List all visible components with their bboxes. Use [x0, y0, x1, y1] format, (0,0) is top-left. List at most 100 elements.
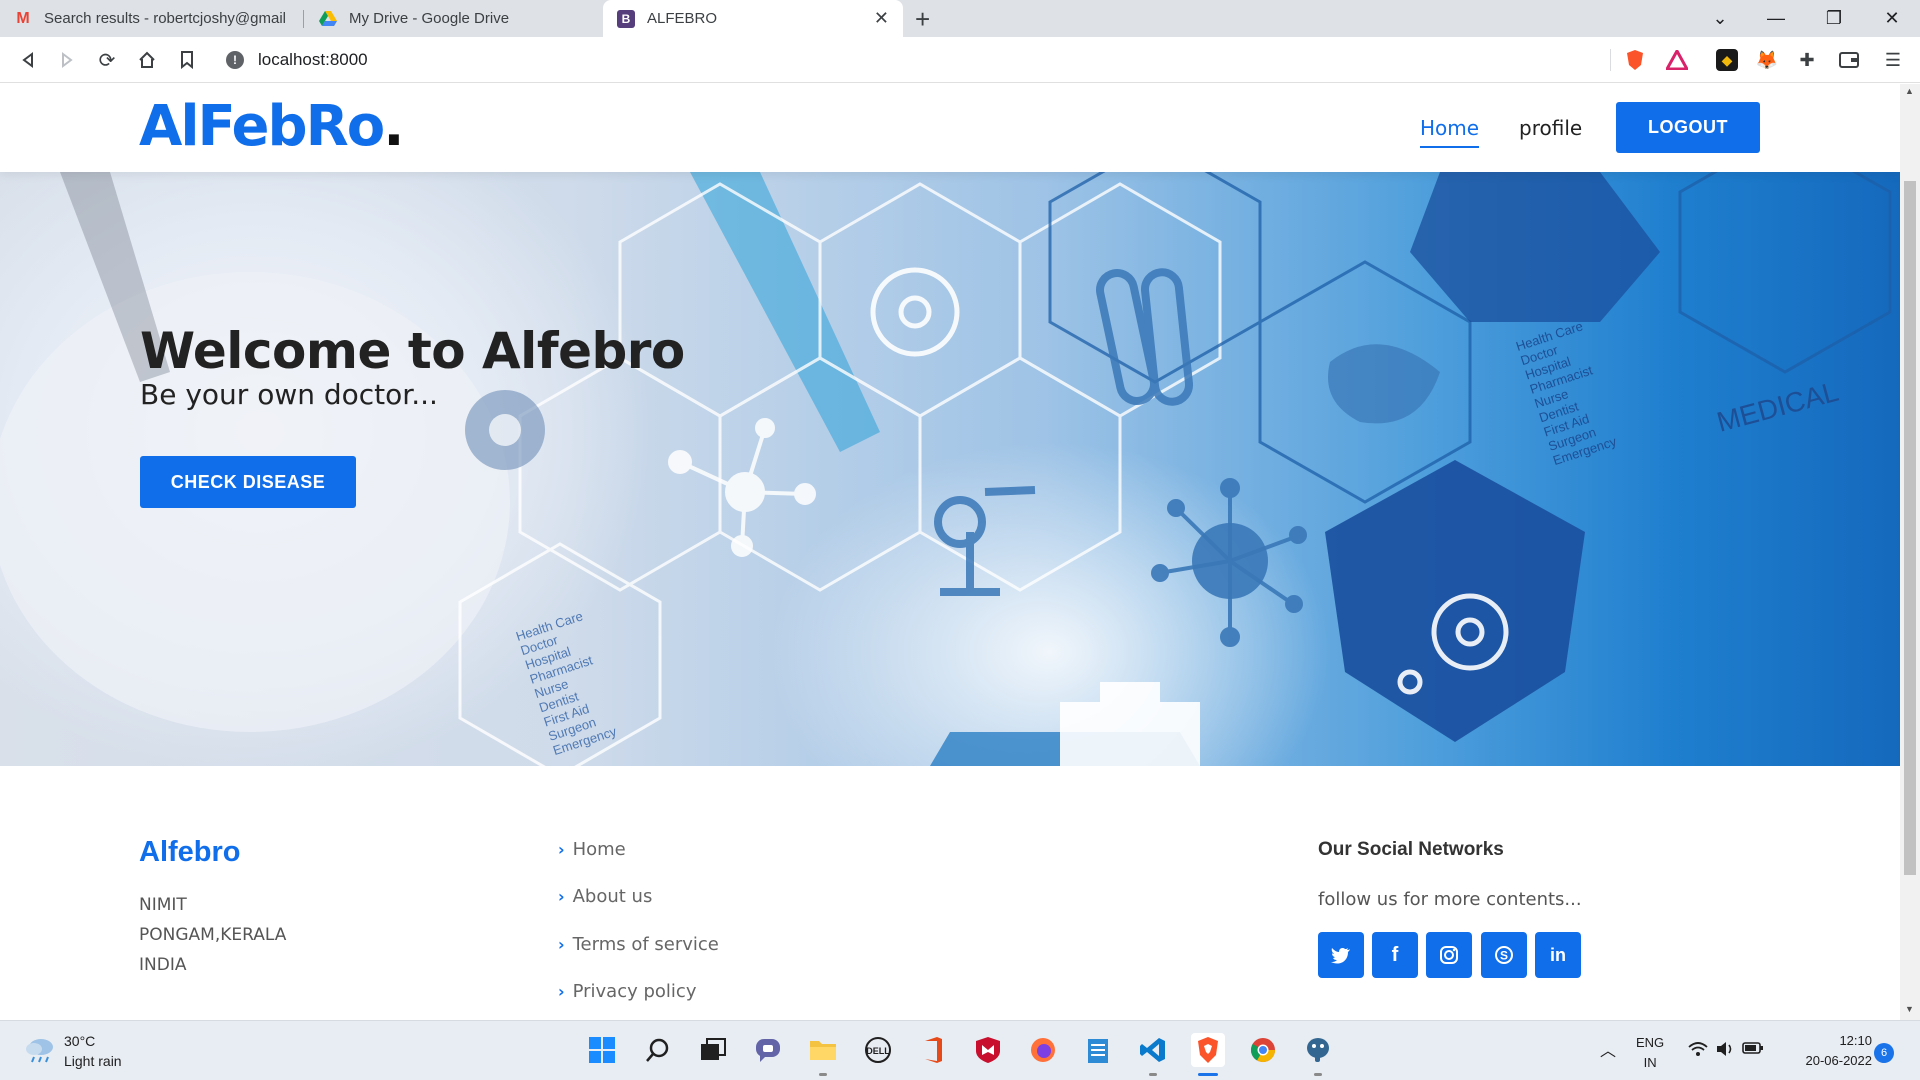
- restore-icon[interactable]: ❐: [1806, 0, 1862, 37]
- address-bar[interactable]: ! localhost:8000: [214, 43, 1614, 77]
- wallet-icon[interactable]: [1838, 49, 1860, 71]
- menu-icon[interactable]: ☰: [1882, 49, 1904, 71]
- footer-address-line: INDIA: [139, 955, 187, 975]
- page-scrollbar[interactable]: ▲ ▼: [1900, 84, 1920, 1020]
- browser-toolbar: ⟳ ! localhost:8000 ◆ 🦊 ✚ ☰: [0, 37, 1920, 83]
- weather-rain-icon[interactable]: [24, 1035, 56, 1063]
- clock-time: 12:10: [1839, 1033, 1872, 1048]
- social-networks-title: Our Social Networks: [1318, 839, 1504, 860]
- nav-profile-link[interactable]: profile: [1519, 116, 1582, 140]
- show-hidden-icons-chevron-icon[interactable]: ︿: [1600, 1037, 1616, 1061]
- footer-address-line: PONGAM,KERALA: [139, 925, 287, 945]
- reload-icon[interactable]: ⟳: [92, 45, 122, 75]
- battery-icon[interactable]: [1742, 1041, 1764, 1058]
- footer-link-label: Home: [572, 839, 626, 860]
- language-code: ENG: [1636, 1035, 1665, 1050]
- firefox-icon[interactable]: [1026, 1033, 1060, 1067]
- tab-alfebro[interactable]: B ALFEBRO ✕: [603, 0, 903, 37]
- task-view-icon[interactable]: [696, 1033, 730, 1067]
- extensions-puzzle-icon[interactable]: ✚: [1796, 49, 1818, 71]
- brave-shields-icon[interactable]: [1624, 49, 1646, 71]
- footer-address-line: NIMIT: [139, 895, 187, 915]
- weather-description: Light rain: [64, 1053, 122, 1069]
- footer-link-home[interactable]: › Home: [558, 839, 626, 860]
- app-active-indicator: [1198, 1073, 1218, 1076]
- brave-rewards-icon[interactable]: [1666, 49, 1688, 71]
- chevron-right-icon: ›: [558, 887, 565, 906]
- hero-title: Welcome to Alfebro: [140, 322, 685, 380]
- svg-text:DELL: DELL: [866, 1046, 890, 1056]
- volume-icon[interactable]: [1716, 1041, 1734, 1060]
- instagram-icon[interactable]: [1426, 932, 1472, 978]
- dell-icon[interactable]: DELL: [861, 1033, 895, 1067]
- minimize-icon[interactable]: —: [1748, 0, 1804, 37]
- footer-link-privacy[interactable]: › Privacy policy: [558, 981, 696, 1002]
- hero-section: MEDICAL Health Care Doctor Hospital Phar…: [0, 172, 1900, 766]
- metamask-icon[interactable]: 🦊: [1756, 49, 1778, 71]
- home-icon[interactable]: [132, 45, 162, 75]
- close-tab-icon[interactable]: ✕: [874, 8, 889, 29]
- region-code: IN: [1643, 1055, 1657, 1070]
- site-info-icon[interactable]: !: [226, 51, 244, 69]
- logout-button[interactable]: LOGOUT: [1616, 102, 1760, 153]
- forward-icon[interactable]: [52, 45, 82, 75]
- footer-link-label: Privacy policy: [572, 981, 697, 1002]
- footer-brand: Alfebro: [139, 836, 241, 868]
- social-networks-text: follow us for more contents...: [1318, 889, 1582, 910]
- google-drive-icon: [319, 10, 337, 28]
- nav-home-link[interactable]: Home: [1420, 116, 1480, 148]
- weather-temperature: 30°C: [64, 1033, 96, 1049]
- taskbar-clock[interactable]: 12:10 20-06-2022: [1782, 1031, 1873, 1071]
- browser-tab-strip: M Search results - robertcjoshy@gmail.co…: [0, 0, 1920, 37]
- new-tab-button[interactable]: +: [915, 4, 930, 35]
- facebook-icon[interactable]: f: [1372, 932, 1418, 978]
- postgres-icon[interactable]: [1301, 1033, 1335, 1067]
- svg-text:S: S: [1500, 949, 1508, 963]
- address-url: localhost:8000: [258, 50, 368, 69]
- scrollbar-thumb[interactable]: [1904, 181, 1916, 875]
- footer-link-terms[interactable]: › Terms of service: [558, 934, 719, 955]
- bookmark-icon[interactable]: [172, 45, 202, 75]
- chrome-icon[interactable]: [1246, 1033, 1280, 1067]
- close-window-icon[interactable]: ✕: [1864, 0, 1920, 37]
- toolbar-separator: [1610, 49, 1611, 71]
- footer-link-label: Terms of service: [572, 934, 719, 955]
- tab-google-drive[interactable]: My Drive - Google Drive: [305, 0, 600, 37]
- scroll-up-arrow-icon[interactable]: ▲: [1905, 86, 1914, 96]
- chevron-right-icon: ›: [558, 840, 565, 859]
- tab-title: Search results - robertcjoshy@gmail.com: [44, 10, 286, 27]
- scroll-down-arrow-icon[interactable]: ▼: [1905, 1004, 1914, 1014]
- brave-icon[interactable]: [1191, 1033, 1225, 1067]
- app-running-indicator: [819, 1073, 827, 1076]
- notepad-icon[interactable]: [1081, 1033, 1115, 1067]
- tab-gmail[interactable]: M Search results - robertcjoshy@gmail.co…: [0, 0, 300, 37]
- site-header: AlFebRo. Home profile LOGOUT: [0, 84, 1900, 172]
- windows-start-icon[interactable]: [585, 1033, 619, 1067]
- site-logo[interactable]: AlFebRo.: [139, 94, 404, 159]
- wifi-icon[interactable]: [1688, 1041, 1708, 1061]
- chevron-right-icon: ›: [558, 982, 565, 1001]
- hero-subtitle: Be your own doctor...: [140, 378, 438, 411]
- binance-wallet-icon[interactable]: ◆: [1716, 49, 1738, 71]
- logo-dot: .: [383, 94, 404, 159]
- footer-link-about[interactable]: › About us: [558, 886, 652, 907]
- check-disease-button[interactable]: CHECK DISEASE: [140, 456, 356, 508]
- tab-search-chevron-icon[interactable]: ⌄: [1692, 0, 1748, 37]
- logo-text: AlFebRo: [139, 94, 385, 159]
- file-explorer-icon[interactable]: [806, 1033, 840, 1067]
- skype-icon[interactable]: S: [1481, 932, 1527, 978]
- app-running-indicator: [1149, 1073, 1157, 1076]
- tab-separator: [303, 10, 304, 28]
- search-icon[interactable]: [641, 1033, 675, 1067]
- tab-title: ALFEBRO: [647, 10, 718, 27]
- teams-chat-icon[interactable]: [751, 1033, 785, 1067]
- notification-badge[interactable]: 6: [1874, 1043, 1894, 1063]
- mcafee-icon[interactable]: [971, 1033, 1005, 1067]
- back-icon[interactable]: [13, 45, 43, 75]
- office-icon[interactable]: [916, 1033, 950, 1067]
- language-indicator[interactable]: ENG IN: [1636, 1033, 1664, 1073]
- linkedin-icon[interactable]: in: [1535, 932, 1581, 978]
- vscode-icon[interactable]: [1136, 1033, 1170, 1067]
- twitter-icon[interactable]: [1318, 932, 1364, 978]
- web-page: AlFebRo. Home profile LOGOUT MEDICAL Hea…: [0, 84, 1900, 1020]
